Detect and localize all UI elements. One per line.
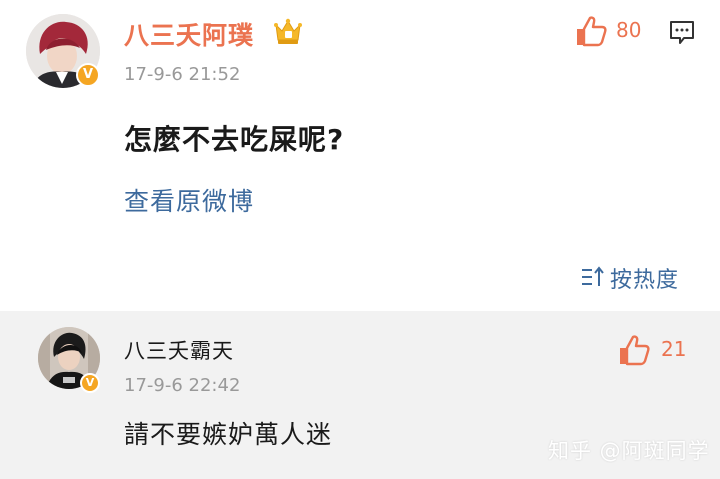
post-content: 怎麼不去吃屎呢? <box>124 123 345 156</box>
reply-content: 請不要嫉妒萬人迷 <box>124 420 333 449</box>
reply-author-name[interactable]: 八三夭霸天 <box>124 335 234 365</box>
reply-timestamp: 17-9-6 22:42 <box>124 375 241 396</box>
sort-icon <box>582 266 604 286</box>
like-count: 80 <box>616 18 642 42</box>
main-post: V 八三夭阿璞 17-9-6 21:52 80 怎麼不去吃屎呢? 查看原微博 按… <box>0 0 720 311</box>
sort-label: 按热度 <box>610 268 680 293</box>
crown-icon <box>274 18 302 44</box>
thumbs-up-icon <box>577 16 607 47</box>
view-original-link[interactable]: 查看原微博 <box>124 182 254 218</box>
thumbs-up-icon <box>620 335 650 366</box>
post-timestamp: 17-9-6 21:52 <box>124 64 241 85</box>
reply-like-count: 21 <box>661 337 687 361</box>
verified-badge: V <box>76 63 100 87</box>
author-name[interactable]: 八三夭阿璞 <box>124 16 254 52</box>
reply-comment: V 八三夭霸天 17-9-6 22:42 21 請不要嫉妒萬人迷 知乎 @阿斑同… <box>0 311 720 479</box>
comment-icon[interactable] <box>668 18 696 46</box>
reply-verified-badge: V <box>80 373 100 393</box>
watermark: 知乎 @阿斑同学 <box>548 439 710 463</box>
